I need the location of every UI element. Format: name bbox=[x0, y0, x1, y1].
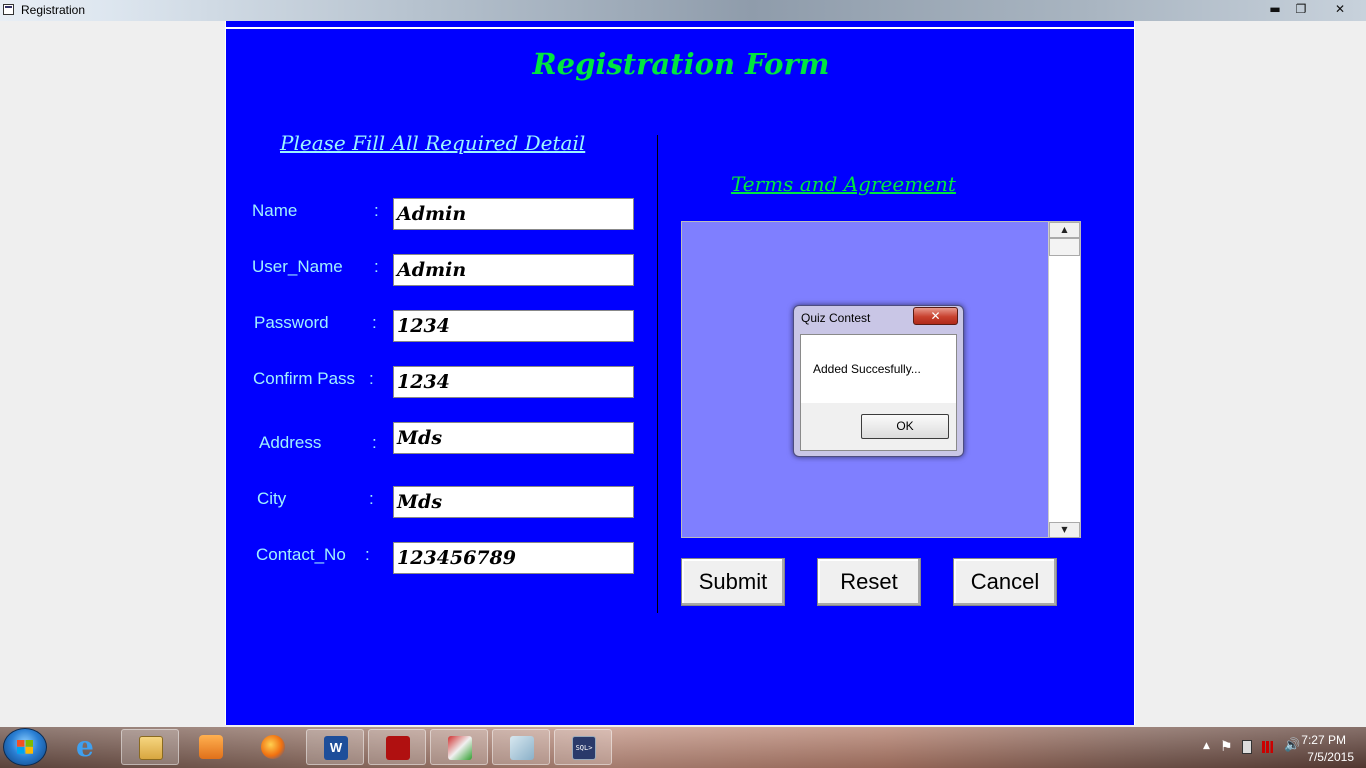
dialog-title: Quiz Contest bbox=[801, 311, 871, 325]
clock-time[interactable]: 7:27 PM bbox=[1301, 733, 1346, 747]
colon-address: : bbox=[372, 433, 377, 452]
label-contact-no: Contact_No bbox=[256, 545, 346, 564]
power-icon[interactable] bbox=[1242, 740, 1252, 754]
minimize-button[interactable]: ▬ bbox=[1262, 0, 1288, 19]
colon-user-name: : bbox=[374, 257, 379, 276]
colon-contact-no: : bbox=[365, 545, 370, 564]
network-icon[interactable] bbox=[1262, 741, 1276, 753]
user-name-input[interactable]: Admin bbox=[393, 254, 634, 286]
window-title: Registration bbox=[21, 3, 86, 17]
contact-no-input[interactable]: 123456789 bbox=[393, 542, 634, 574]
label-city: City bbox=[257, 489, 287, 508]
colon-city: : bbox=[369, 489, 374, 508]
label-name: Name bbox=[252, 201, 298, 220]
colon-confirm-pass: : bbox=[369, 369, 374, 388]
volume-icon[interactable]: 🔊 bbox=[1284, 738, 1300, 753]
file-explorer-icon[interactable] bbox=[121, 729, 179, 765]
notepad-icon[interactable] bbox=[492, 729, 550, 765]
window-title-bar: Registration ▬ ❐ ✕ bbox=[0, 0, 1366, 21]
label-address: Address bbox=[259, 433, 322, 452]
label-user-name: User_Name bbox=[252, 257, 343, 276]
message-dialog: Quiz Contest ✕ Added Succesfully... OK bbox=[793, 305, 964, 457]
reset-button[interactable]: Reset bbox=[817, 558, 921, 606]
vertical-divider bbox=[657, 135, 658, 613]
sql-icon[interactable]: SQL> bbox=[554, 729, 612, 765]
scroll-down-arrow-icon[interactable]: ▼ bbox=[1049, 522, 1080, 538]
internet-explorer-icon[interactable]: e bbox=[60, 729, 118, 765]
label-password: Password bbox=[254, 313, 329, 332]
colon-name: : bbox=[374, 201, 379, 220]
start-icon[interactable] bbox=[3, 728, 47, 766]
paint-icon[interactable] bbox=[430, 729, 488, 765]
cancel-button[interactable]: Cancel bbox=[953, 558, 1057, 606]
form-title: Registration Form bbox=[532, 47, 830, 81]
submit-button[interactable]: Submit bbox=[681, 558, 785, 606]
dialog-message: Added Succesfully... bbox=[813, 362, 921, 376]
dialog-close-button[interactable]: ✕ bbox=[913, 307, 958, 325]
dialog-ok-button[interactable]: OK bbox=[861, 414, 949, 439]
fill-details-heading: Please Fill All Required Detail bbox=[280, 131, 586, 155]
scroll-thumb[interactable] bbox=[1049, 238, 1080, 256]
media-player-icon[interactable] bbox=[182, 729, 240, 765]
form-top-line bbox=[226, 27, 1134, 29]
registration-form: Registration Form Please Fill All Requir… bbox=[225, 21, 1135, 725]
label-confirm-pass: Confirm Pass bbox=[253, 369, 356, 388]
app-window-icon[interactable] bbox=[3, 4, 14, 15]
dialog-body: Added Succesfully... OK bbox=[800, 334, 957, 451]
address-input[interactable]: Mds bbox=[393, 422, 634, 454]
scroll-up-arrow-icon[interactable]: ▲ bbox=[1049, 222, 1080, 238]
word-icon[interactable]: W bbox=[306, 729, 364, 765]
password-input[interactable]: 1234 bbox=[393, 310, 634, 342]
maximize-button[interactable]: ❐ bbox=[1288, 0, 1314, 19]
confirm-pass-input[interactable]: 1234 bbox=[393, 366, 634, 398]
terms-heading: Terms and Agreement bbox=[731, 172, 956, 196]
city-input[interactable]: Mds bbox=[393, 486, 634, 518]
close-window-button[interactable]: ✕ bbox=[1327, 0, 1353, 19]
firefox-icon[interactable] bbox=[244, 729, 302, 765]
clock-date[interactable]: 7/5/2015 bbox=[1307, 750, 1354, 764]
acrobat-icon[interactable] bbox=[368, 729, 426, 765]
tray-expand-icon[interactable]: ▲ bbox=[1203, 741, 1210, 751]
terms-scrollbar[interactable]: ▲ ▼ bbox=[1048, 222, 1080, 538]
name-input[interactable]: Admin bbox=[393, 198, 634, 230]
action-center-flag-icon[interactable]: ⚑ bbox=[1220, 739, 1233, 755]
colon-password: : bbox=[372, 313, 377, 332]
system-tray: ▲ ⚑ 🔊 7:27 PM 7/5/2015 bbox=[1156, 727, 1366, 768]
taskbar: e W SQL> ▲ ⚑ 🔊 7:27 PM 7/5/2015 bbox=[0, 727, 1366, 768]
